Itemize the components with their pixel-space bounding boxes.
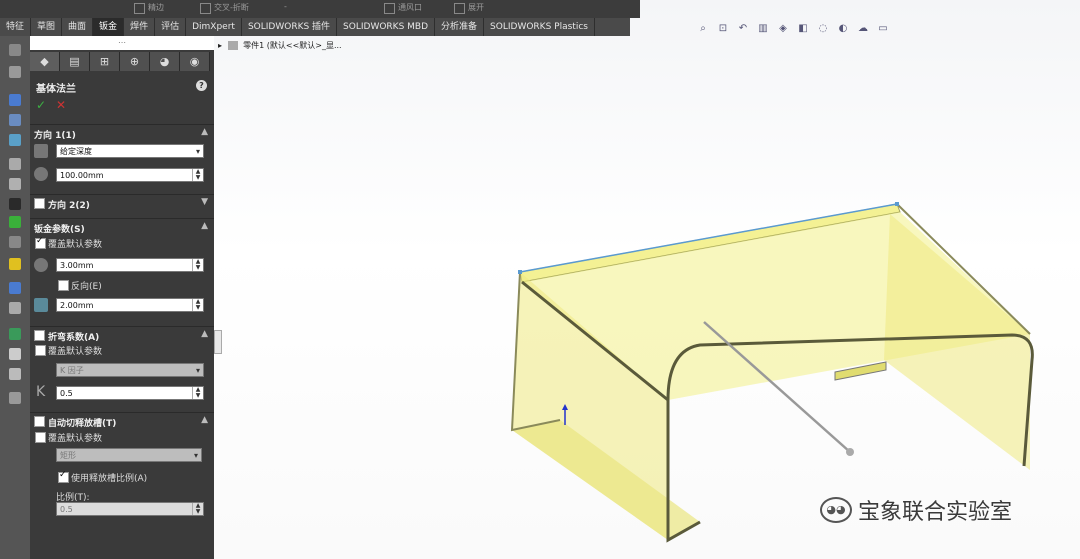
watermark-text: 宝象联合实验室 xyxy=(858,500,1013,525)
right-wall-face[interactable] xyxy=(884,214,1030,470)
watermark: ◕◕ 宝象联合实验室 xyxy=(820,494,1012,526)
sketch-endpoint[interactable] xyxy=(518,270,522,274)
graphics-area[interactable] xyxy=(0,0,1080,559)
direction-arrow-handle[interactable] xyxy=(846,448,854,456)
sketch-endpoint[interactable] xyxy=(895,202,899,206)
wechat-logo-icon: ◕◕ xyxy=(820,497,852,523)
